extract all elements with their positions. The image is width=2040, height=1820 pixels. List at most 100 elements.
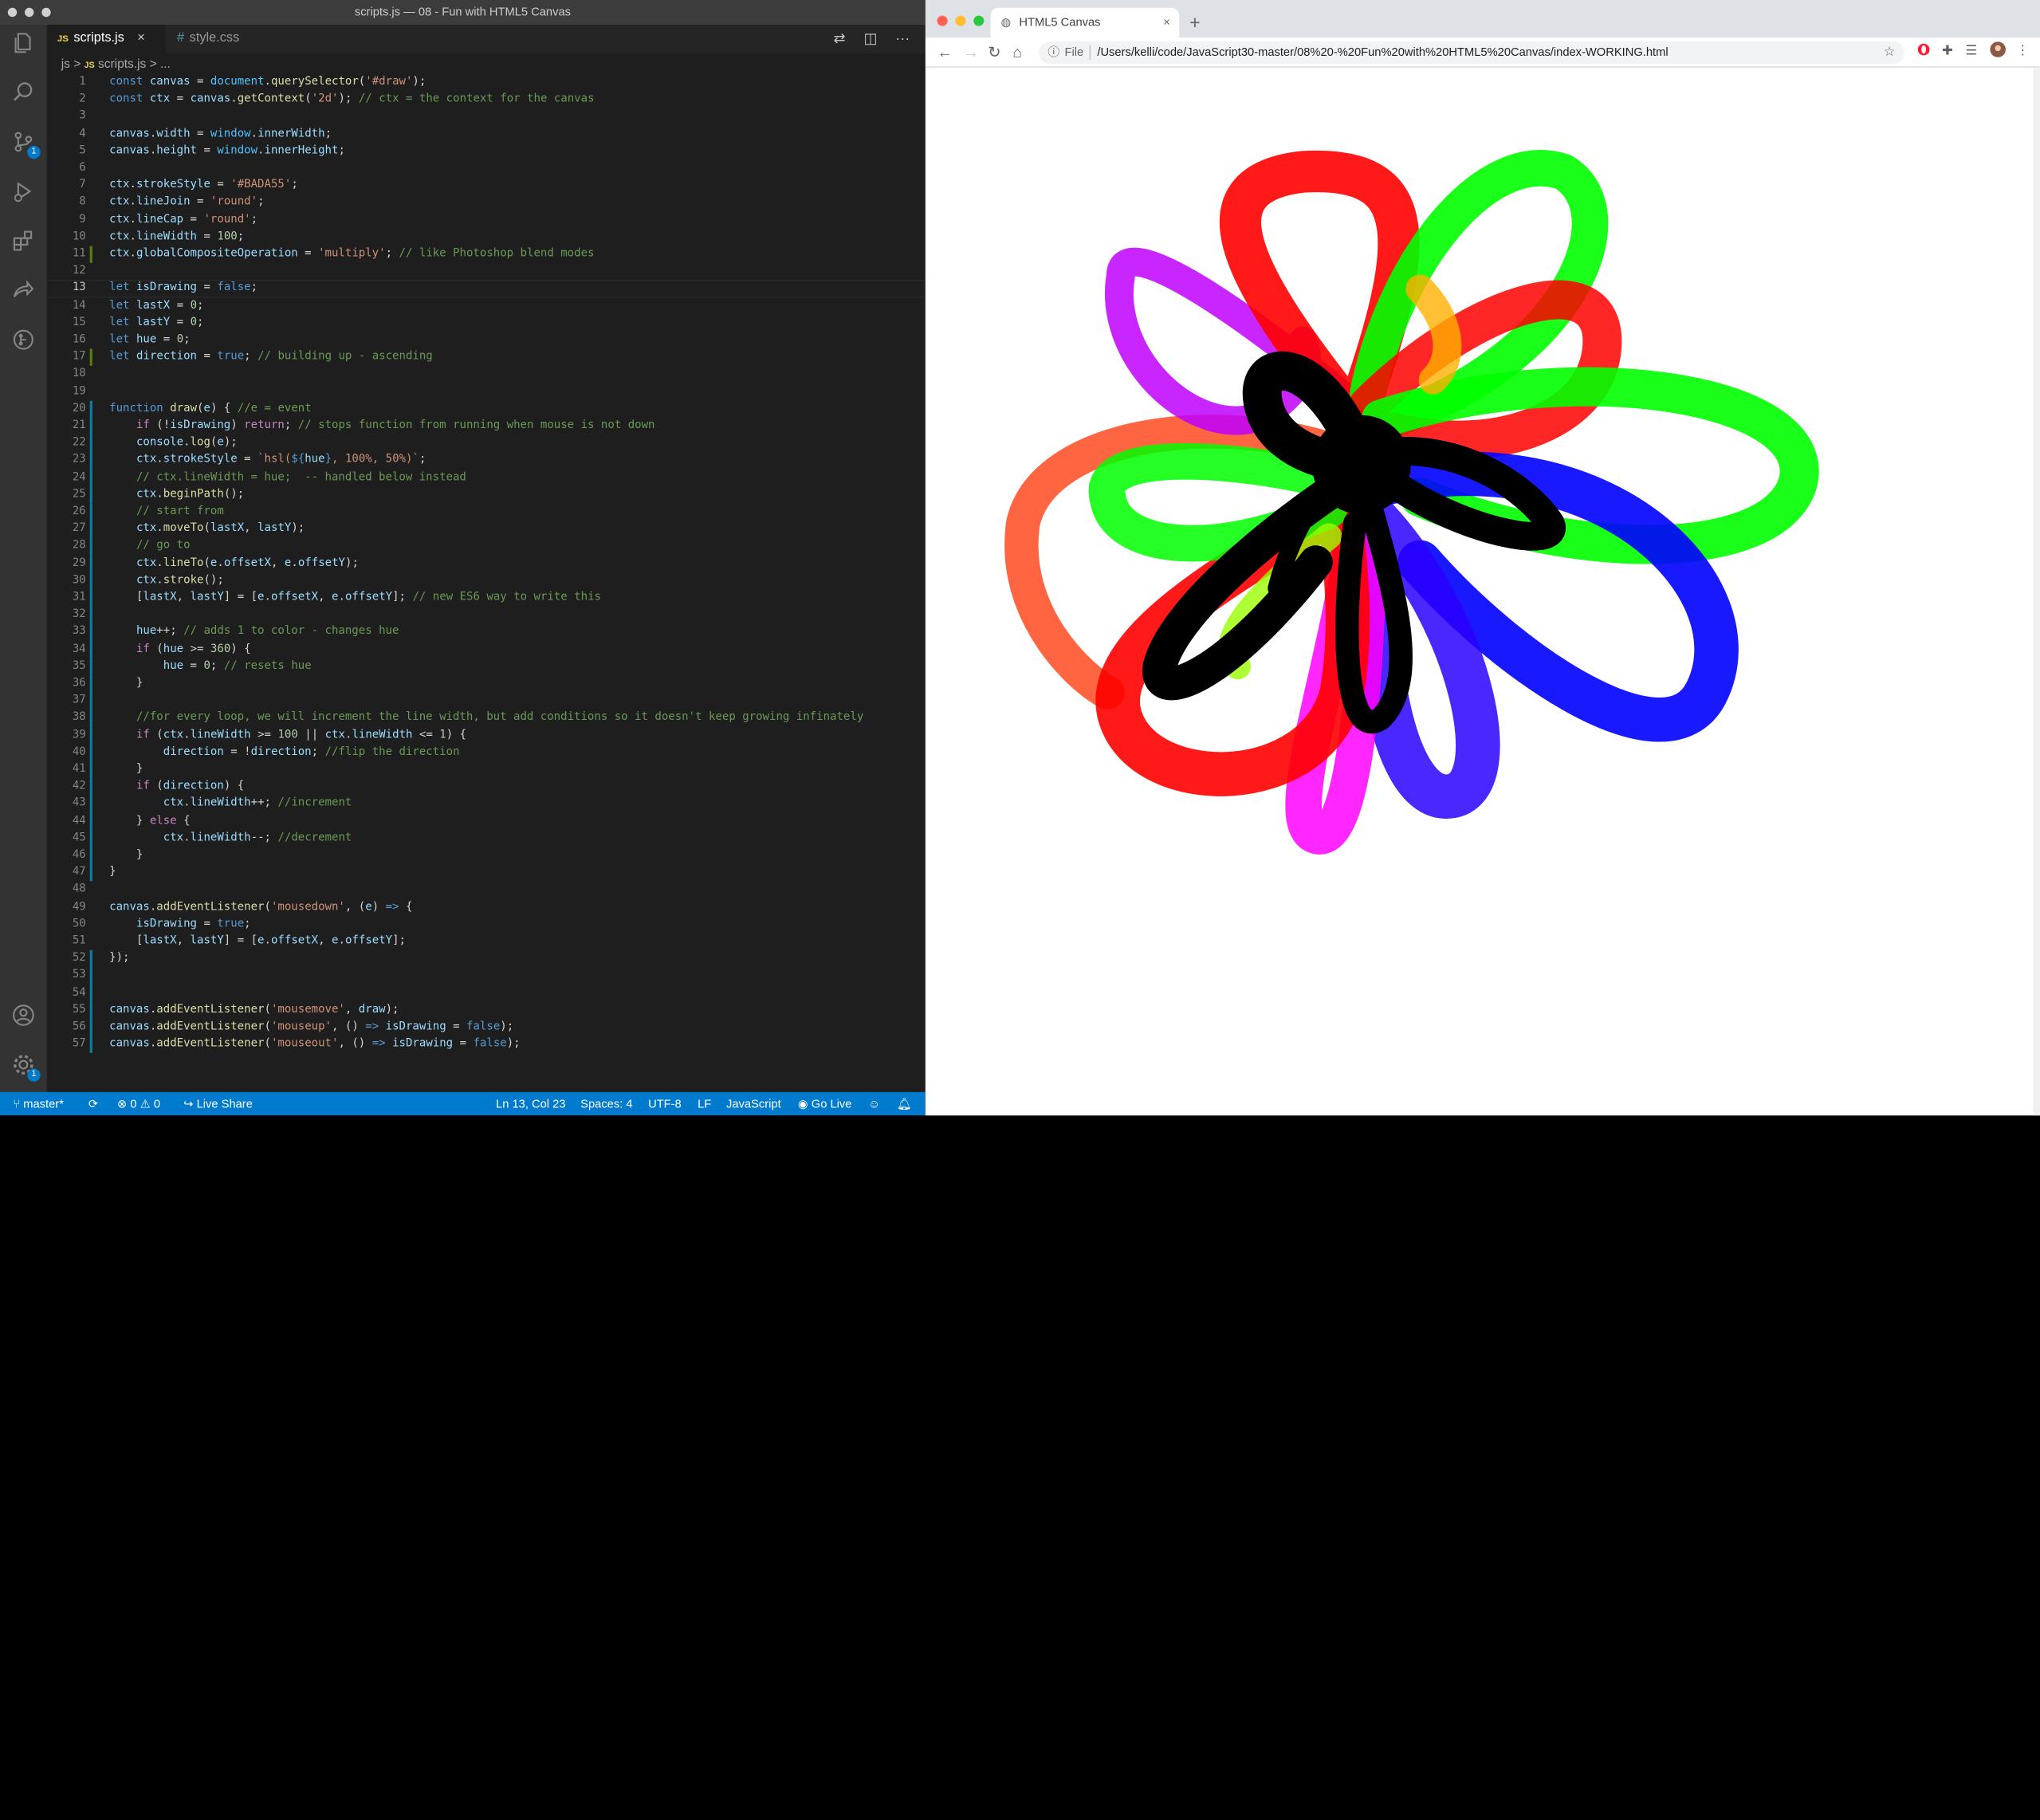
- minimize-window-button[interactable]: [955, 15, 966, 26]
- git-gutter-marker[interactable]: [89, 348, 92, 367]
- git-gutter-marker[interactable]: [89, 812, 92, 831]
- code-line[interactable]: 23 ctx.strokeStyle = `hsl(${hue}, 100%, …: [47, 452, 926, 470]
- code-line[interactable]: 13 let isDrawing = false;: [47, 281, 926, 298]
- git-gutter-marker[interactable]: [89, 452, 92, 470]
- source-control-icon[interactable]: 1: [10, 130, 41, 159]
- profile-avatar-icon[interactable]: [1990, 37, 2006, 66]
- code-line[interactable]: 14 let lastX = 0;: [47, 297, 926, 315]
- code-line[interactable]: 52});: [47, 950, 926, 968]
- language-mode[interactable]: JavaScript: [726, 1092, 781, 1115]
- code-line[interactable]: 33 hue++; // adds 1 to color - changes h…: [47, 623, 926, 642]
- menu-kebab-icon[interactable]: ⋮: [2016, 37, 2029, 66]
- zoom-window-button[interactable]: [41, 7, 51, 18]
- code-line[interactable]: 19: [47, 383, 926, 401]
- git-gutter-marker[interactable]: [89, 641, 92, 658]
- run-debug-icon[interactable]: [10, 179, 37, 206]
- git-gutter-marker[interactable]: [89, 469, 92, 487]
- encoding-status[interactable]: UTF-8: [648, 1092, 682, 1115]
- problems-status[interactable]: ⊗ 0 ⚠ 0: [117, 1092, 160, 1115]
- opera-icon[interactable]: [1917, 37, 1930, 66]
- code-line[interactable]: 9 ctx.lineCap = 'round';: [47, 211, 926, 229]
- git-gutter-marker[interactable]: [89, 1001, 92, 1020]
- reload-button[interactable]: ↻: [988, 37, 1000, 66]
- compare-changes-icon[interactable]: ⇄: [834, 25, 846, 53]
- code-line[interactable]: 8 ctx.lineJoin = 'round';: [47, 195, 926, 212]
- git-gutter-marker[interactable]: [89, 1036, 92, 1054]
- code-line[interactable]: 43 ctx.lineWidth++; //increment: [47, 796, 926, 813]
- code-line[interactable]: 38 //for every loop, we will increment t…: [47, 710, 926, 727]
- code-line[interactable]: 1 const canvas = document.querySelector('…: [47, 74, 926, 92]
- back-button[interactable]: ←: [937, 37, 953, 66]
- code-line[interactable]: 35 hue = 0; // resets hue: [47, 658, 926, 676]
- close-window-button[interactable]: [7, 7, 18, 18]
- close-tab-icon[interactable]: ×: [1163, 8, 1170, 38]
- code-line[interactable]: 15 let lastY = 0;: [47, 315, 926, 332]
- window-controls[interactable]: [937, 15, 985, 26]
- notifications-bell-icon[interactable]: 🔔︎: [897, 1092, 912, 1115]
- address-bar[interactable]: ⓘ File /Users/kelli/code/JavaScript30-ma…: [1038, 41, 1904, 65]
- browser-tab[interactable]: ◍ HTML5 Canvas ×: [990, 7, 1180, 38]
- git-gutter-marker[interactable]: [89, 967, 92, 985]
- code-line[interactable]: 44 } else {: [47, 812, 926, 831]
- new-tab-button[interactable]: +: [1189, 8, 1200, 38]
- live-share-icon[interactable]: [10, 278, 37, 305]
- code-line[interactable]: 51 [lastX, lastY] = [e.offsetX, e.offset…: [47, 934, 926, 951]
- search-icon[interactable]: [10, 81, 37, 107]
- code-line[interactable]: 48: [47, 882, 926, 899]
- puzzle-extensions-icon[interactable]: ✚: [1942, 37, 1953, 66]
- breadcrumb-file[interactable]: scripts.js: [98, 57, 146, 72]
- git-gutter-marker[interactable]: [89, 503, 92, 521]
- code-line[interactable]: 40 direction = !direction; //flip the di…: [47, 744, 926, 762]
- git-gutter-marker[interactable]: [89, 761, 92, 779]
- git-gutter-marker[interactable]: [89, 572, 92, 590]
- code-line[interactable]: 29 ctx.lineTo(e.offsetX, e.offsetY);: [47, 555, 926, 573]
- code-line[interactable]: 31 [lastX, lastY] = [e.offsetX, e.offset…: [47, 589, 926, 607]
- forward-button[interactable]: →: [963, 37, 979, 66]
- git-gutter-marker[interactable]: [89, 537, 92, 556]
- code-line[interactable]: 37: [47, 692, 926, 710]
- git-gutter-marker[interactable]: [89, 796, 92, 813]
- code-line[interactable]: 36 }: [47, 675, 926, 693]
- code-line[interactable]: 39 if (ctx.lineWidth >= 100 || ctx.lineW…: [47, 727, 926, 745]
- code-line[interactable]: 3: [47, 108, 926, 126]
- code-line[interactable]: 27 ctx.moveTo(lastX, lastY);: [47, 521, 926, 538]
- code-line[interactable]: 5 canvas.height = window.innerHeight;: [47, 143, 926, 160]
- code-line[interactable]: 2 const ctx = canvas.getContext('2d'); //…: [47, 92, 926, 109]
- git-gutter-marker[interactable]: [89, 658, 92, 676]
- split-editor-icon[interactable]: ◫: [863, 25, 877, 53]
- zoom-window-button[interactable]: [973, 15, 985, 26]
- code-line[interactable]: 46 }: [47, 847, 926, 865]
- code-line[interactable]: 53: [47, 967, 926, 985]
- code-line[interactable]: 25 ctx.beginPath();: [47, 486, 926, 504]
- code-editor[interactable]: 1 const canvas = document.querySelector('…: [47, 74, 926, 1076]
- explorer-icon[interactable]: [10, 31, 37, 57]
- go-live-button[interactable]: ◉ Go Live: [798, 1092, 852, 1115]
- code-line[interactable]: 24 // ctx.lineWidth = hue; -- handled be…: [47, 469, 926, 487]
- window-controls[interactable]: [7, 7, 51, 18]
- breadcrumb-symbol[interactable]: ...: [160, 57, 171, 72]
- eol-status[interactable]: LF: [698, 1092, 711, 1115]
- code-line[interactable]: 50 isDrawing = true;: [47, 916, 926, 934]
- git-gutter-marker[interactable]: [89, 434, 92, 453]
- tab-style-css[interactable]: # style.css: [167, 25, 271, 53]
- git-gutter-marker[interactable]: [89, 950, 92, 968]
- code-line[interactable]: 47}: [47, 864, 926, 882]
- site-info-icon[interactable]: ⓘ: [1048, 41, 1059, 64]
- git-gutter-marker[interactable]: [89, 1019, 92, 1036]
- code-line[interactable]: 7 ctx.strokeStyle = '#BADA55';: [47, 177, 926, 195]
- bookmark-star-icon[interactable]: ☆: [1884, 41, 1896, 64]
- home-button[interactable]: ⌂: [1012, 37, 1022, 66]
- manage-gear-icon[interactable]: 1: [10, 1053, 41, 1082]
- close-tab-icon[interactable]: ×: [137, 31, 145, 45]
- code-line[interactable]: 4 canvas.width = window.innerWidth;: [47, 126, 926, 143]
- code-line[interactable]: 56 canvas.addEventListener('mouseup', () …: [47, 1019, 926, 1036]
- code-line[interactable]: 18: [47, 366, 926, 383]
- extensions-icon[interactable]: [10, 229, 37, 255]
- git-gutter-marker[interactable]: [89, 555, 92, 573]
- git-gutter-marker[interactable]: [89, 727, 92, 745]
- code-line[interactable]: 16 let hue = 0;: [47, 332, 926, 349]
- code-line[interactable]: 54: [47, 985, 926, 1002]
- code-line[interactable]: 11 ctx.globalCompositeOperation = 'multip…: [47, 246, 926, 264]
- code-line[interactable]: 42 if (direction) {: [47, 778, 926, 796]
- page-scrollbar[interactable]: [2033, 67, 2040, 1116]
